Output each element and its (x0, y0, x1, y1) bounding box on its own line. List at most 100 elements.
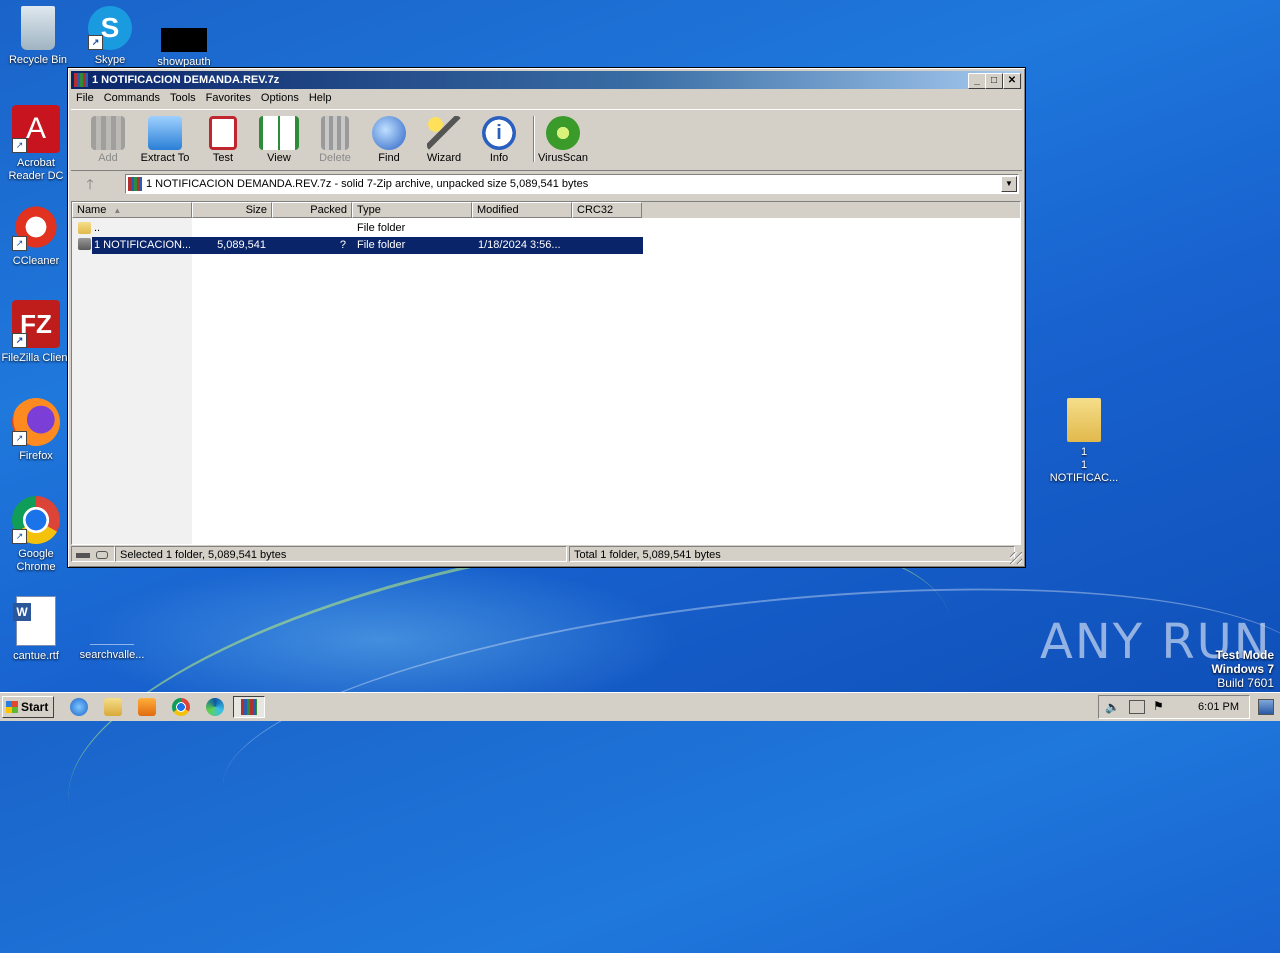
info-label: Info (489, 152, 509, 164)
desktop-icon-label: searchvalle... (79, 649, 145, 661)
drive-icon (76, 552, 90, 558)
desktop-icon-searchvalle[interactable]: searchvalle... (74, 596, 150, 662)
desktop-icon-acrobat[interactable]: A ↗ Acrobat Reader DC (0, 105, 74, 183)
status-bar: Selected 1 folder, 5,089,541 bytes Total… (71, 546, 1022, 564)
window-title: 1 NOTIFICACION DEMANDA.REV.7z (92, 74, 280, 86)
winrar-window[interactable]: 1 NOTIFICACION DEMANDA.REV.7z _ □ ✕ File… (67, 67, 1026, 568)
name-column-shade (72, 218, 192, 544)
desktop-icon-filezilla[interactable]: FZ ↗ FileZilla Client (0, 300, 74, 365)
acrobat-icon: A ↗ (12, 105, 60, 153)
column-header-modified[interactable]: Modified (472, 202, 572, 218)
menu-file[interactable]: File (71, 90, 99, 106)
archive-path-combobox[interactable]: 1 NOTIFICACION DEMANDA.REV.7z - solid 7-… (125, 174, 1019, 194)
row-packed: ? (339, 239, 346, 251)
menu-options[interactable]: Options (256, 90, 304, 106)
windows-logo-icon (6, 701, 18, 713)
desktop-icon-notificacion-folder[interactable]: 1 1 NOTIFICAC... (1046, 398, 1122, 485)
row-name: 1 NOTIFICACION... (94, 239, 190, 251)
shortcut-arrow-icon: ↗ (12, 333, 27, 348)
window-titlebar[interactable]: 1 NOTIFICACION DEMANDA.REV.7z _ □ ✕ (71, 71, 1022, 89)
extract-to-button[interactable]: Extract To (139, 116, 191, 164)
wizard-button[interactable]: Wizard (418, 116, 470, 164)
recycle-bin-icon (21, 6, 55, 50)
archive-path-text: 1 NOTIFICACION DEMANDA.REV.7z - solid 7-… (146, 178, 589, 190)
delete-button[interactable]: Delete (309, 116, 361, 164)
table-row-selected[interactable]: 1 NOTIFICACION... 5,089,541 ? File folde… (92, 237, 643, 254)
folder-up-icon (78, 222, 91, 234)
close-button[interactable]: ✕ (1003, 73, 1021, 89)
shortcut-arrow-icon: ↗ (12, 138, 27, 153)
chevron-down-icon[interactable]: ▼ (1001, 176, 1017, 192)
add-label: Add (98, 152, 118, 164)
column-header-type[interactable]: Type (352, 202, 472, 218)
desktop-icon-label: FileZilla Client (1, 352, 71, 364)
folder-icon (78, 238, 91, 250)
view-button[interactable]: View (253, 116, 305, 164)
up-one-level-button[interactable]: 🡑 (80, 176, 100, 192)
flag-icon[interactable]: ⚑ (1153, 699, 1164, 713)
shortcut-arrow-icon: ↗ (12, 529, 27, 544)
row-modified: 1/18/2024 3:56... (478, 239, 561, 251)
desktop-icon-label: Recycle Bin (8, 54, 68, 66)
column-header-name[interactable]: Name ▲ (72, 202, 192, 218)
status-total-text: Total 1 folder, 5,089,541 bytes (569, 546, 1015, 562)
test-mode-line: Build 7601 (1217, 676, 1274, 690)
menu-tools[interactable]: Tools (165, 90, 201, 106)
virusscan-label: VirusScan (538, 152, 588, 164)
shortcut-arrow-icon: ↗ (12, 236, 27, 251)
status-drive-indicator (71, 546, 115, 562)
extract-to-label: Extract To (140, 152, 190, 164)
desktop-icon-label: 1 NOTIFICAC... (1049, 459, 1119, 484)
desktop-icon-label: 1 (1080, 446, 1088, 458)
book-view-icon (259, 116, 299, 150)
folder-icon (1067, 398, 1101, 442)
speaker-icon[interactable]: 🔈 (1105, 700, 1120, 714)
add-button[interactable]: Add (82, 116, 134, 164)
desktop-icon-label: CCleaner (12, 255, 60, 267)
menu-commands[interactable]: Commands (99, 90, 165, 106)
internet-explorer-icon[interactable] (70, 698, 88, 716)
minimize-button[interactable]: _ (968, 73, 986, 89)
table-row[interactable]: .. File folder (72, 220, 643, 237)
status-selected-text: Selected 1 folder, 5,089,541 bytes (115, 546, 567, 562)
magnifier-icon (372, 116, 406, 150)
desktop-icon-ccleaner[interactable]: ↗ CCleaner (0, 203, 74, 268)
resize-grip-icon[interactable] (1010, 552, 1022, 564)
virusscan-button[interactable]: VirusScan (537, 116, 589, 164)
menu-favorites[interactable]: Favorites (201, 90, 256, 106)
show-desktop-icon[interactable] (1258, 699, 1274, 715)
desktop-icon-label: Skype (94, 54, 126, 66)
winrar-taskbar-button[interactable] (233, 696, 265, 718)
desktop-icon-showpauth[interactable]: showpauth (146, 6, 222, 69)
network-icon[interactable] (1129, 700, 1145, 714)
info-icon: i (482, 116, 516, 150)
desktop-icon-chrome[interactable]: ↗ Google Chrome (0, 496, 74, 574)
column-header-crc32[interactable]: CRC32 (572, 202, 642, 218)
info-button[interactable]: i Info (473, 116, 525, 164)
file-list[interactable]: Name ▲ Size Packed Type Modified CRC32 .… (71, 201, 1021, 545)
blank-file-icon (90, 596, 134, 645)
desktop-icon-recycle-bin[interactable]: Recycle Bin (0, 6, 76, 67)
clock[interactable]: 6:01 PM (1198, 701, 1239, 713)
explorer-folder-icon[interactable] (104, 698, 122, 716)
test-mode-line: Test Mode (1215, 648, 1274, 662)
edge-icon[interactable] (206, 698, 224, 716)
find-button[interactable]: Find (363, 116, 415, 164)
virus-scan-icon (546, 116, 580, 150)
row-name: .. (94, 222, 101, 234)
maximize-button[interactable]: □ (985, 73, 1003, 89)
test-mode-line: Windows 7 (1211, 662, 1274, 676)
media-player-icon[interactable] (138, 698, 156, 716)
column-header-packed[interactable]: Packed (272, 202, 352, 218)
firefox-icon: ↗ (12, 398, 60, 446)
desktop-icon-skype[interactable]: S ↗ Skype (72, 6, 148, 67)
chrome-taskbar-icon[interactable] (172, 698, 190, 716)
start-button[interactable]: Start (2, 696, 54, 718)
add-archive-icon (91, 116, 125, 150)
column-header-size[interactable]: Size (192, 202, 272, 218)
desktop-icon-firefox[interactable]: ↗ Firefox (0, 398, 74, 463)
menu-help[interactable]: Help (304, 90, 337, 106)
ccleaner-icon: ↗ (12, 203, 60, 251)
test-button[interactable]: Test (197, 116, 249, 164)
desktop-icon-cantue[interactable]: W cantue.rtf (0, 596, 74, 663)
